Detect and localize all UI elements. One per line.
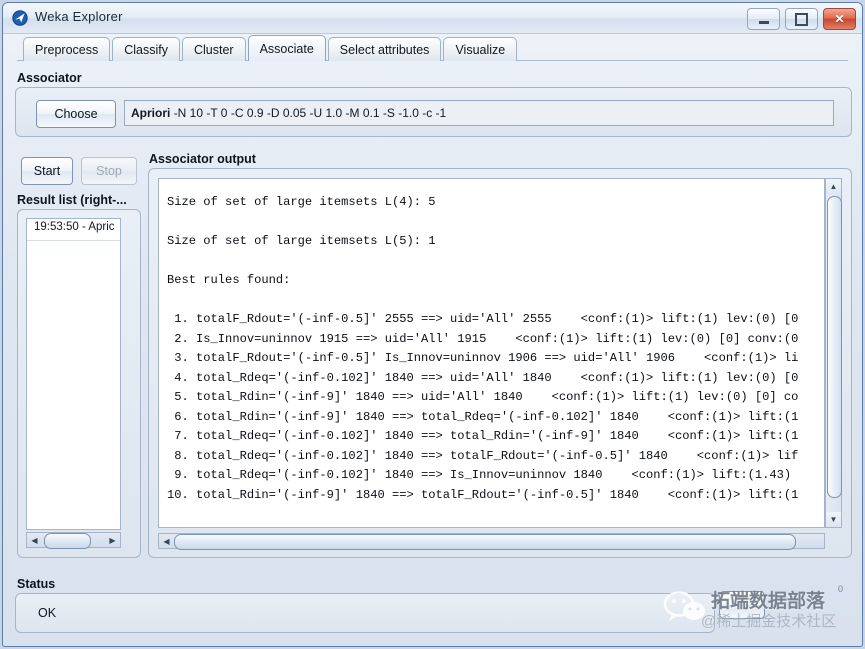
window-title: Weka Explorer xyxy=(35,9,123,24)
result-list-group-label: Result list (right-... xyxy=(17,193,127,207)
tab-label: Preprocess xyxy=(35,42,99,57)
title-bar: Weka Explorer ✕ xyxy=(3,3,862,34)
close-icon: ✕ xyxy=(834,12,845,26)
close-button[interactable]: ✕ xyxy=(823,8,856,30)
output-line: 5. total_Rdin='(-inf-9]' 1840 ==> uid='A… xyxy=(167,390,799,404)
tab-associate[interactable]: Associate xyxy=(247,35,326,61)
scroll-down-icon[interactable]: ▼ xyxy=(826,512,841,527)
scroll-thumb[interactable] xyxy=(174,534,796,550)
status-group-label: Status xyxy=(17,577,56,591)
output-line: 6. total_Rdin='(-inf-9]' 1840 ==> total_… xyxy=(167,409,799,424)
scroll-track[interactable] xyxy=(174,534,824,550)
tab-preprocess[interactable]: Preprocess xyxy=(23,37,111,61)
log-button[interactable] xyxy=(719,591,765,619)
scroll-thumb-vertical[interactable] xyxy=(827,196,842,498)
output-line: 1. totalF_Rdout='(-inf-0.5]' 2555 ==> ui… xyxy=(167,312,799,326)
associator-output-group-label: Associator output xyxy=(149,152,256,166)
scroll-up-icon[interactable]: ▲ xyxy=(826,179,841,194)
result-listbox[interactable]: 19:53:50 - Apric xyxy=(26,218,121,530)
tab-classify[interactable]: Classify xyxy=(112,37,180,61)
stop-button: Stop xyxy=(81,157,137,185)
list-item[interactable]: 19:53:50 - Apric xyxy=(27,219,120,239)
choose-button-label: Choose xyxy=(54,107,98,121)
output-line: 9. total_Rdeq='(-inf-0.102]' 1840 ==> Is… xyxy=(167,468,792,482)
associator-panel: Choose Apriori -N 10 -T 0 -C 0.9 -D 0.05… xyxy=(15,87,852,137)
output-vertical-scrollbar[interactable]: ▲ ▼ xyxy=(825,178,842,528)
maximize-button[interactable] xyxy=(785,8,818,30)
tab-label: Visualize xyxy=(455,42,506,57)
tab-list: Preprocess Classify Cluster Associate Se… xyxy=(23,35,519,61)
tab-cluster[interactable]: Cluster xyxy=(182,37,246,61)
output-line: Size of set of large itemsets L(4): 5 xyxy=(167,195,436,209)
scheme-command-field[interactable]: Apriori -N 10 -T 0 -C 0.9 -D 0.05 -U 1.0… xyxy=(124,100,834,126)
start-button-label: Start xyxy=(33,164,61,178)
associator-group-label: Associator xyxy=(17,71,82,85)
result-list-panel: 19:53:50 - Apric ◀ ▶ xyxy=(17,209,141,558)
scroll-right-icon[interactable]: ▶ xyxy=(105,533,120,547)
list-separator xyxy=(27,240,120,241)
window-frame: Weka Explorer ✕ Preprocess Classify Clus… xyxy=(2,2,863,647)
scheme-name: Apriori xyxy=(131,106,171,120)
output-blank-line xyxy=(167,252,798,272)
associator-output-panel: Size of set of large itemsets L(4): 5 Siz… xyxy=(148,168,852,558)
output-line: 2. Is_Innov=uninnov 1915 ==> uid='All' 1… xyxy=(167,331,799,346)
output-blank-line xyxy=(167,291,798,311)
tab-label: Select attributes xyxy=(339,42,430,57)
weka-bird-icon xyxy=(12,10,28,26)
tab-visualize[interactable]: Visualize xyxy=(443,37,518,61)
watermark-registered: 0 xyxy=(838,584,844,594)
output-line: Best rules found: xyxy=(167,273,291,287)
scroll-left-icon[interactable]: ◀ xyxy=(27,533,42,547)
output-line: 3. totalF_Rdout='(-inf-0.5]' Is_Innov=un… xyxy=(167,351,799,365)
scroll-track[interactable] xyxy=(42,533,105,549)
scheme-options: -N 10 -T 0 -C 0.9 -D 0.05 -U 1.0 -M 0.1 … xyxy=(173,106,447,120)
tab-label: Cluster xyxy=(194,42,234,57)
scroll-left-icon[interactable]: ◀ xyxy=(159,534,174,548)
output-text: Size of set of large itemsets L(4): 5 Siz… xyxy=(159,179,798,505)
start-button[interactable]: Start xyxy=(21,157,73,185)
tab-bar: Preprocess Classify Cluster Associate Se… xyxy=(3,33,862,63)
status-panel: OK xyxy=(15,593,715,633)
output-textarea[interactable]: Size of set of large itemsets L(4): 5 Siz… xyxy=(158,178,825,528)
tab-label: Classify xyxy=(124,42,168,57)
tab-select-attributes[interactable]: Select attributes xyxy=(327,37,442,61)
minimize-button[interactable] xyxy=(747,8,780,30)
choose-button[interactable]: Choose xyxy=(36,100,116,128)
maximize-icon xyxy=(795,12,808,26)
output-blank-line xyxy=(167,213,798,233)
output-line: Size of set of large itemsets L(5): 1 xyxy=(167,234,436,248)
output-line: 10. total_Rdin='(-inf-9]' 1840 ==> total… xyxy=(167,487,799,502)
tab-label: Associate xyxy=(259,41,314,56)
output-line: 7. total_Rdeq='(-inf-0.102]' 1840 ==> to… xyxy=(167,429,799,443)
weka-explorer-window: Weka Explorer ✕ Preprocess Classify Clus… xyxy=(0,0,865,649)
output-line: 4. total_Rdeq='(-inf-0.102]' 1840 ==> ui… xyxy=(167,370,799,385)
stop-button-label: Stop xyxy=(96,164,122,178)
output-horizontal-scrollbar[interactable]: ◀ xyxy=(158,533,825,550)
status-text: OK xyxy=(38,606,57,620)
scroll-thumb[interactable] xyxy=(44,533,91,549)
result-list-horizontal-scrollbar[interactable]: ◀ ▶ xyxy=(26,532,121,549)
window-controls: ✕ xyxy=(747,8,856,30)
minimize-icon xyxy=(758,20,769,24)
output-line: 8. total_Rdeq='(-inf-0.102]' 1840 ==> to… xyxy=(167,448,799,463)
